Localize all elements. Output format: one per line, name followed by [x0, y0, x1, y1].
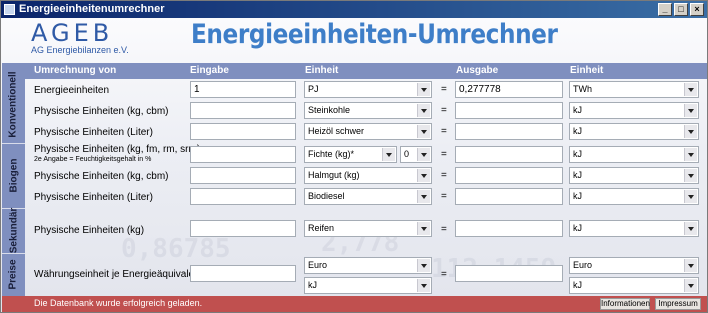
- table-header: Umrechnung von Eingabe Einheit Ausgabe E…: [25, 63, 707, 79]
- title-bar: Energieeinheitenumrechner _ □ ×: [1, 1, 707, 18]
- chevron-down-icon: [417, 169, 430, 182]
- output-currency-select[interactable]: Euro: [569, 257, 699, 274]
- logo-text: AGEB: [31, 19, 114, 47]
- header-eingabe: Eingabe: [190, 65, 229, 76]
- chevron-down-icon: [684, 104, 697, 117]
- energy-unit-select[interactable]: kJ: [304, 277, 432, 294]
- input-field[interactable]: [190, 188, 296, 205]
- impressum-button[interactable]: Impressum: [655, 298, 701, 310]
- maximize-button[interactable]: □: [674, 3, 688, 16]
- output-unit-select[interactable]: kJ: [569, 123, 699, 140]
- status-bar: Die Datenbank wurde erfolgreich geladen.…: [2, 296, 707, 312]
- input-field[interactable]: [190, 146, 296, 163]
- chevron-down-icon: [417, 148, 430, 161]
- unit-select[interactable]: Biodiesel: [304, 188, 432, 205]
- output-field[interactable]: [455, 265, 563, 282]
- chevron-down-icon: [684, 83, 697, 96]
- chevron-down-icon: [382, 148, 395, 161]
- unit-select[interactable]: Reifen: [304, 220, 432, 237]
- output-field[interactable]: [455, 167, 563, 184]
- row-label: Physische Einheiten (kg, fm, rm, srm): [34, 144, 201, 155]
- decorative-number: 0,86785: [121, 234, 231, 264]
- window-title: Energieeinheitenumrechner: [19, 3, 165, 15]
- equals-sign: =: [441, 269, 447, 280]
- output-unit-select[interactable]: kJ: [569, 167, 699, 184]
- equals-sign: =: [441, 224, 447, 235]
- moisture-select[interactable]: 0: [400, 146, 432, 163]
- equals-sign: =: [441, 126, 447, 137]
- output-unit-select[interactable]: kJ: [569, 220, 699, 237]
- currency-select[interactable]: Euro: [304, 257, 432, 274]
- output-field[interactable]: [455, 102, 563, 119]
- logo-subtitle: AG Energiebilanzen e.V.: [31, 45, 129, 55]
- app-window: Energieeinheitenumrechner _ □ × 2,778 0,…: [0, 0, 708, 313]
- output-unit-select[interactable]: kJ: [569, 188, 699, 205]
- chevron-down-icon: [417, 190, 430, 203]
- header-ausgabe: Ausgabe: [456, 65, 499, 76]
- input-field[interactable]: [190, 220, 296, 237]
- chevron-down-icon: [684, 148, 697, 161]
- chevron-down-icon: [684, 125, 697, 138]
- chevron-down-icon: [684, 259, 697, 272]
- chevron-down-icon: [684, 222, 697, 235]
- unit-select[interactable]: Halmgut (kg): [304, 167, 432, 184]
- row-label: Physische Einheiten (Liter): [34, 192, 153, 203]
- equals-sign: =: [441, 84, 447, 95]
- close-button[interactable]: ×: [690, 3, 704, 16]
- row-label: Physische Einheiten (kg, cbm): [34, 106, 169, 117]
- app-icon: [4, 4, 15, 15]
- row-label: Physische Einheiten (kg): [34, 225, 145, 236]
- output-unit-select[interactable]: TWh: [569, 81, 699, 98]
- chevron-down-icon: [684, 190, 697, 203]
- section-sekundaer: Sekundär: [8, 207, 20, 254]
- chevron-down-icon: [417, 222, 430, 235]
- output-field[interactable]: [455, 146, 563, 163]
- header-einheit-out: Einheit: [570, 65, 604, 76]
- input-field[interactable]: [190, 265, 296, 282]
- row-label: Physische Einheiten (kg, cbm): [34, 171, 169, 182]
- equals-sign: =: [441, 149, 447, 160]
- row-label: Energieeinheiten: [34, 85, 110, 96]
- input-field[interactable]: [190, 102, 296, 119]
- output-field[interactable]: [455, 220, 563, 237]
- chevron-down-icon: [417, 259, 430, 272]
- chevron-down-icon: [417, 279, 430, 292]
- minimize-button[interactable]: _: [658, 3, 672, 16]
- chevron-down-icon: [417, 104, 430, 117]
- row-label: Währungseinheit je Energieäquivalent: [34, 269, 203, 280]
- output-field[interactable]: [455, 188, 563, 205]
- input-field[interactable]: [190, 123, 296, 140]
- row-label: Physische Einheiten (Liter): [34, 127, 153, 138]
- header-einheit: Einheit: [305, 65, 339, 76]
- row-sublabel: 2e Angabe = Feuchtigkeitsgehalt in %: [34, 156, 152, 163]
- output-field[interactable]: [455, 123, 563, 140]
- output-unit-select[interactable]: kJ: [569, 146, 699, 163]
- section-biogen: Biogen: [8, 158, 20, 193]
- output-unit-select[interactable]: kJ: [569, 102, 699, 119]
- unit-select[interactable]: Fichte (kg)*: [304, 146, 397, 163]
- chevron-down-icon: [417, 125, 430, 138]
- section-preise: Preise: [8, 259, 19, 290]
- equals-sign: =: [441, 191, 447, 202]
- section-sidebar: Konventionell Biogen Sekundär Preise: [2, 63, 25, 296]
- status-message: Die Datenbank wurde erfolgreich geladen.: [34, 298, 203, 308]
- informationen-button[interactable]: Informationen: [600, 298, 650, 310]
- output-energy-unit-select[interactable]: kJ: [569, 277, 699, 294]
- equals-sign: =: [441, 105, 447, 116]
- input-field[interactable]: [190, 167, 296, 184]
- chevron-down-icon: [684, 279, 697, 292]
- header-umrechnung-von: Umrechnung von: [34, 65, 117, 76]
- input-field[interactable]: 1: [190, 81, 296, 98]
- unit-select[interactable]: PJ: [304, 81, 432, 98]
- page-title: Energieeinheiten-Umrechner: [191, 19, 558, 50]
- ageb-logo: AGEB AG Energiebilanzen e.V.: [31, 21, 129, 56]
- section-konventionell: Konventionell: [8, 70, 19, 138]
- chevron-down-icon: [684, 169, 697, 182]
- unit-select[interactable]: Steinkohle: [304, 102, 432, 119]
- output-field[interactable]: 0,277778: [455, 81, 563, 98]
- chevron-down-icon: [417, 83, 430, 96]
- equals-sign: =: [441, 170, 447, 181]
- unit-select[interactable]: Heizöl schwer: [304, 123, 432, 140]
